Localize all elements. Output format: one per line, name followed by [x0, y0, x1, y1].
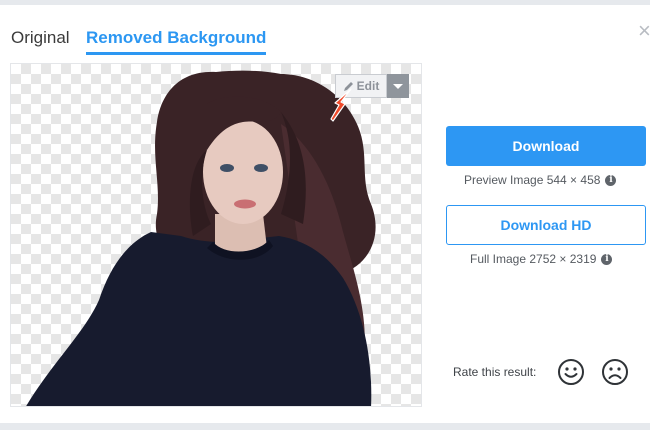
rate-label: Rate this result: [453, 365, 537, 379]
preview-image-text: Preview Image 544 × 458 [464, 173, 601, 187]
info-icon[interactable]: i [605, 174, 617, 186]
full-image-info: Full Image 2752 × 2319 i [470, 252, 613, 266]
result-preview [10, 63, 422, 407]
sweater-shape [26, 232, 372, 406]
smile-icon[interactable] [557, 358, 585, 386]
subject-cutout [26, 70, 376, 406]
download-hd-button[interactable]: Download HD [446, 205, 646, 245]
bottom-strip [0, 423, 650, 430]
full-image-text: Full Image 2752 × 2319 [470, 252, 597, 266]
info-icon[interactable]: i [601, 253, 613, 265]
download-button[interactable]: Download [446, 126, 646, 166]
red-arrow-icon [330, 88, 352, 122]
tab-removed-background[interactable]: Removed Background [86, 28, 267, 55]
edit-dropdown-button[interactable] [387, 74, 409, 98]
caret-down-icon [393, 83, 403, 89]
frown-icon[interactable] [601, 358, 629, 386]
edit-label: Edit [356, 79, 380, 93]
tab-original[interactable]: Original [11, 28, 70, 48]
close-icon[interactable]: × [638, 20, 650, 42]
preview-image-info: Preview Image 544 × 458 i [464, 173, 617, 187]
